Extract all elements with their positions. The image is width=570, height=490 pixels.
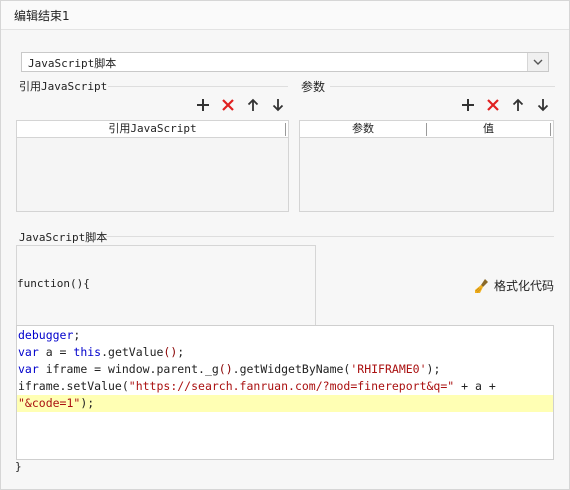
code-line[interactable]: var iframe = window.parent._g().getWidge…: [17, 361, 553, 378]
ref-move-down-button[interactable]: [270, 97, 286, 113]
column-separator: [426, 123, 427, 136]
code-editor[interactable]: debugger; var a = this.getValue(); var ifr…: [16, 325, 554, 460]
params-section-title: 参数: [301, 80, 326, 94]
code-token: 'RHIFRAME0': [350, 362, 427, 376]
code-token: .getValue: [101, 345, 164, 359]
script-section-title: JavaScript脚本: [19, 231, 108, 244]
ref-section-divider: [108, 86, 288, 87]
plus-icon: [460, 97, 476, 113]
chevron-down-icon[interactable]: [527, 53, 548, 71]
broom-icon: [474, 278, 490, 294]
code-line[interactable]: var a = this.getValue();: [17, 344, 553, 361]
script-type-select[interactable]: JavaScript脚本: [21, 52, 549, 72]
ref-js-column-header[interactable]: 引用JavaScript: [17, 121, 288, 138]
code-token: );: [426, 362, 441, 376]
format-code-label: 格式化代码: [494, 279, 555, 293]
function-closing-brace: }: [15, 460, 22, 473]
params-header-row: 参数 值: [300, 121, 553, 138]
code-line[interactable]: "&code=1");: [17, 395, 553, 412]
params-table[interactable]: 参数 值: [299, 120, 554, 212]
code-token: (): [163, 345, 178, 359]
arrow-up-icon: [510, 97, 526, 113]
delete-x-icon: [220, 97, 236, 113]
plus-icon: [195, 97, 211, 113]
ref-move-up-button[interactable]: [245, 97, 261, 113]
param-name-column-header[interactable]: 参数: [300, 121, 426, 137]
ref-add-button[interactable]: [195, 97, 211, 113]
column-separator: [285, 123, 286, 136]
code-token: iframe.setValue(: [18, 379, 129, 393]
ref-js-table[interactable]: 引用JavaScript: [16, 120, 289, 212]
arrow-up-icon: [245, 97, 261, 113]
function-header: function(){: [17, 277, 90, 290]
code-token: "https://search.fanruan.com/?mod=finerep…: [128, 379, 455, 393]
code-token: this: [73, 345, 102, 359]
ref-delete-button[interactable]: [220, 97, 236, 113]
code-token: iframe = window.parent._g: [38, 362, 219, 376]
ref-section-title: 引用JavaScript: [19, 80, 108, 93]
code-token: "&code=1": [18, 396, 81, 410]
code-token: ;: [73, 328, 81, 342]
code-token: .getWidgetByName(: [232, 362, 351, 376]
ref-js-column-label: 引用JavaScript: [108, 122, 197, 135]
window-title: 编辑结束1: [14, 9, 70, 23]
code-token: debugger: [18, 328, 74, 342]
params-move-down-button[interactable]: [535, 97, 551, 113]
param-value-column-header[interactable]: 值: [426, 121, 551, 137]
code-line[interactable]: debugger;: [17, 327, 553, 344]
code-token: (): [218, 362, 233, 376]
format-code-button[interactable]: 格式化代码: [474, 277, 554, 294]
arrow-down-icon: [535, 97, 551, 113]
window-title-bar: 编辑结束1: [0, 0, 570, 30]
code-line[interactable]: iframe.setValue("https://search.fanruan.…: [17, 378, 553, 395]
script-type-value: JavaScript脚本: [28, 57, 117, 70]
arrow-down-icon: [270, 97, 286, 113]
delete-x-icon: [485, 97, 501, 113]
params-add-button[interactable]: [460, 97, 476, 113]
script-section-divider: [106, 236, 554, 237]
code-token: + a +: [454, 379, 503, 393]
params-section-divider: [330, 86, 555, 87]
function-header-area: function(){: [16, 245, 316, 325]
column-separator: [550, 123, 551, 136]
code-token: a =: [38, 345, 74, 359]
params-move-up-button[interactable]: [510, 97, 526, 113]
code-token: var: [18, 345, 39, 359]
code-token: var: [18, 362, 39, 376]
code-token: );: [80, 396, 95, 410]
params-delete-button[interactable]: [485, 97, 501, 113]
code-token: ;: [177, 345, 185, 359]
